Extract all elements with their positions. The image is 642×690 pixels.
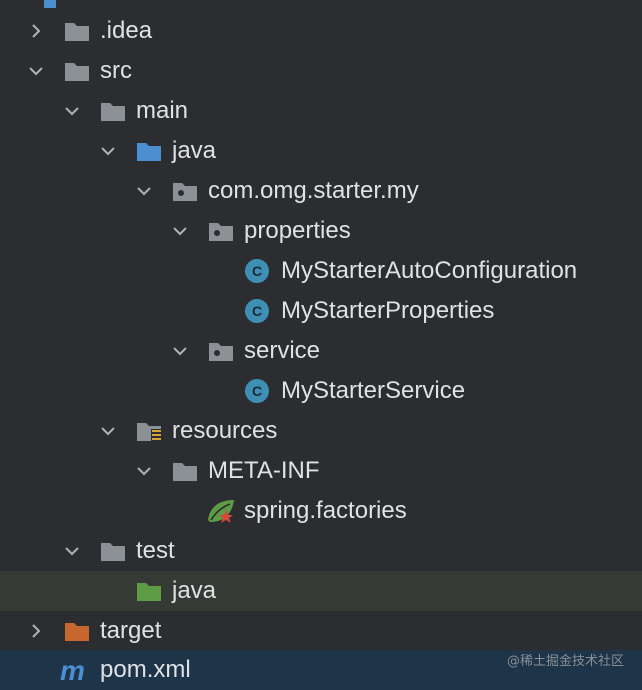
package-icon [209,223,233,241]
class-icon: C [245,299,269,323]
folder-icon [101,543,125,561]
tree-row-class-autoconfiguration[interactable]: C MyStarterAutoConfiguration [0,251,642,291]
tree-row-label: main [136,97,189,124]
tree-row-spring-factories[interactable]: spring.factories [0,491,642,531]
tree-row-label: MyStarterService [281,377,466,404]
tree-row-label: target [100,617,162,644]
tree-row-label: com.omg.starter.my [208,177,419,204]
tree-row-label: MyStarterAutoConfiguration [281,257,578,284]
tree-row-label: .idea [100,17,153,44]
tree-row-label: spring.factories [244,497,407,524]
tree-row-label: java [172,577,217,604]
tree-row-test[interactable]: test [0,531,642,571]
chevron-right-icon[interactable] [28,23,44,39]
chevron-down-icon[interactable] [136,463,152,479]
tree-row-label: resources [172,417,278,444]
tree-row-label: pom.xml [100,656,191,683]
class-icon: C [245,259,269,283]
resources-folder-icon [137,423,162,442]
tree-row-label: java [172,137,217,164]
project-tree: .idea src main java com.omg.starter.my p… [0,0,642,690]
cut-off-top-row [44,0,56,8]
tree-row-main[interactable]: main [0,91,642,131]
folder-icon [173,463,197,481]
svg-text:C: C [252,383,262,399]
chevron-down-icon[interactable] [28,63,44,79]
source-folder-icon [137,143,161,161]
tree-row-resources[interactable]: resources [0,411,642,451]
tree-row-label: test [136,537,175,564]
chevron-down-icon[interactable] [100,143,116,159]
tree-row-label: MyStarterProperties [281,297,495,324]
svg-text:m: m [60,656,85,684]
folder-icon [65,23,89,41]
tree-row-target[interactable]: target [0,611,642,651]
tree-row-class-properties[interactable]: C MyStarterProperties [0,291,642,331]
chevron-down-icon[interactable] [64,543,80,559]
tree-row-label: service [244,337,321,364]
tree-row-package-service[interactable]: service [0,331,642,371]
test-source-folder-icon [137,583,161,601]
folder-icon [65,63,89,81]
tree-row-meta-inf[interactable]: META-INF [0,451,642,491]
tree-row-src[interactable]: src [0,51,642,91]
chevron-right-icon[interactable] [28,623,44,639]
maven-icon: m [60,656,85,684]
tree-row-package-root[interactable]: com.omg.starter.my [0,171,642,211]
folder-icon [101,103,125,121]
chevron-down-icon[interactable] [172,223,188,239]
tree-row-label: META-INF [208,457,320,484]
chevron-down-icon[interactable] [64,103,80,119]
package-icon [173,183,197,201]
tree-row-main-java[interactable]: java [0,131,642,171]
tree-row-package-properties[interactable]: properties [0,211,642,251]
package-icon [209,343,233,361]
tree-row-idea[interactable]: .idea [0,11,642,51]
tree-row-label: properties [244,217,351,244]
svg-text:C: C [252,263,262,279]
chevron-down-icon[interactable] [136,183,152,199]
chevron-down-icon[interactable] [172,343,188,359]
svg-text:C: C [252,303,262,319]
spring-icon [208,500,234,523]
excluded-folder-icon [65,623,89,641]
class-icon: C [245,379,269,403]
tree-row-test-java[interactable]: java [0,571,642,611]
chevron-down-icon[interactable] [100,423,116,439]
watermark: @稀土掘金技术社区 [506,654,624,669]
tree-row-class-service[interactable]: C MyStarterService [0,371,642,411]
tree-row-label: src [100,57,132,84]
